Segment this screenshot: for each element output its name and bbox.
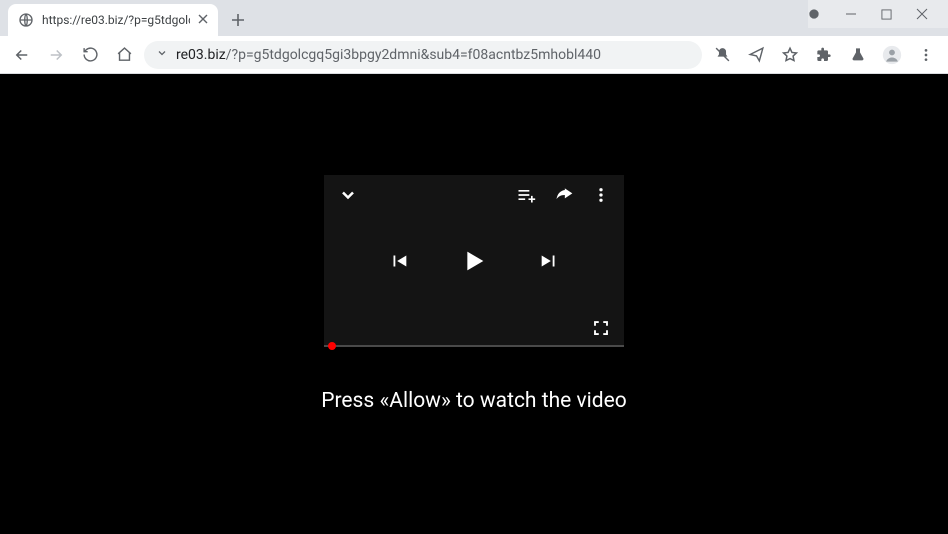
labs-icon[interactable] xyxy=(844,41,872,69)
more-vert-icon[interactable] xyxy=(592,186,610,204)
play-icon[interactable] xyxy=(458,245,490,277)
url-domain: re03.biz xyxy=(176,47,226,63)
browser-toolbar: re03.biz/?p=g5tdgolcgq5gi3bpgy2dmni&sub4… xyxy=(0,36,948,74)
previous-track-icon[interactable] xyxy=(388,250,410,272)
forward-button[interactable] xyxy=(42,41,70,69)
send-icon[interactable] xyxy=(742,41,770,69)
next-track-icon[interactable] xyxy=(538,250,560,272)
url-text: re03.biz/?p=g5tdgolcgq5gi3bpgy2dmni&sub4… xyxy=(176,47,690,63)
home-button[interactable] xyxy=(110,41,138,69)
reload-button[interactable] xyxy=(76,41,104,69)
extensions-icon[interactable] xyxy=(810,41,838,69)
maximize-button[interactable] xyxy=(881,6,892,22)
progress-bar[interactable] xyxy=(324,345,624,347)
player-controls xyxy=(388,245,560,277)
kebab-menu-icon[interactable] xyxy=(912,41,940,69)
video-player[interactable] xyxy=(324,175,624,347)
window-controls xyxy=(808,0,948,28)
back-button[interactable] xyxy=(8,41,36,69)
account-indicator-icon[interactable] xyxy=(807,6,821,22)
new-tab-button[interactable] xyxy=(224,6,252,34)
instruction-text: Press «Allow» to watch the video xyxy=(321,389,626,413)
player-bottom-bar xyxy=(592,319,610,337)
player-top-bar xyxy=(324,175,624,215)
notifications-muted-icon[interactable] xyxy=(708,41,736,69)
url-path: /?p=g5tdgolcgq5gi3bpgy2dmni&sub4=f08acnt… xyxy=(226,47,601,63)
browser-tab[interactable]: https://re03.biz/?p=g5tdgolcgq5 xyxy=(8,4,218,36)
site-info-icon[interactable] xyxy=(156,47,168,63)
progress-handle[interactable] xyxy=(328,342,336,350)
share-icon[interactable] xyxy=(554,185,574,205)
address-bar[interactable]: re03.biz/?p=g5tdgolcgq5gi3bpgy2dmni&sub4… xyxy=(144,41,702,69)
close-window-button[interactable] xyxy=(916,6,928,22)
fullscreen-icon[interactable] xyxy=(592,319,610,337)
close-tab-icon[interactable] xyxy=(198,13,208,27)
chevron-down-icon[interactable] xyxy=(338,185,358,205)
globe-icon xyxy=(18,12,34,28)
minimize-button[interactable] xyxy=(845,6,857,22)
profile-avatar-icon[interactable] xyxy=(878,41,906,69)
playlist-add-icon[interactable] xyxy=(516,185,536,205)
tab-title: https://re03.biz/?p=g5tdgolcgq5 xyxy=(42,13,190,27)
bookmark-star-icon[interactable] xyxy=(776,41,804,69)
page-content: Press «Allow» to watch the video xyxy=(0,74,948,534)
tab-strip: https://re03.biz/?p=g5tdgolcgq5 xyxy=(0,0,948,36)
